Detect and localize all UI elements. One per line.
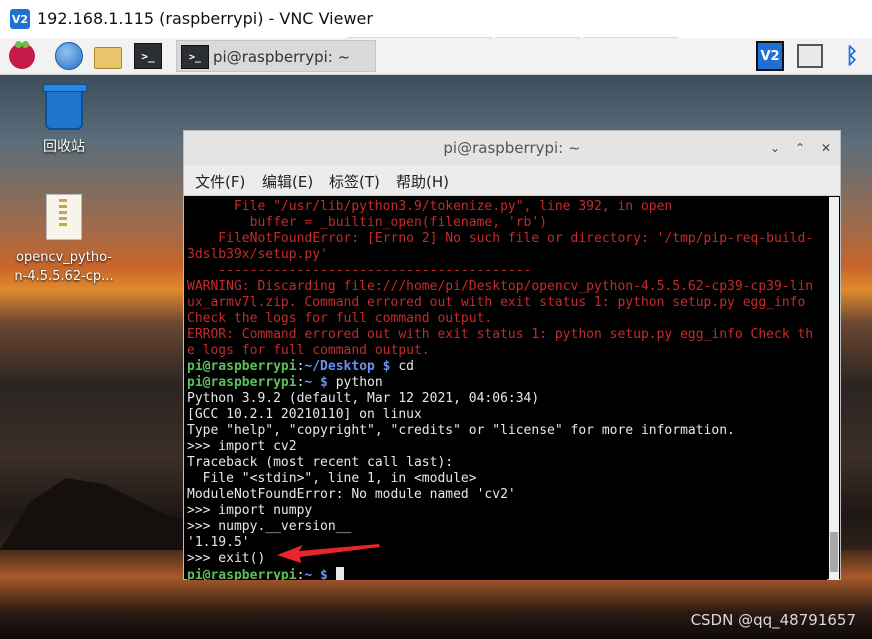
terminal-scrollbar[interactable] [829,197,839,580]
scrollbar-thumb[interactable] [830,532,838,572]
terminal-line: Check the logs for full command output. [187,311,493,326]
prompt-symbol: $ [312,568,328,580]
desktop-icon-opencv-zip[interactable]: opencv_pytho- n-4.5.5.62-cp... [8,194,120,286]
terminal-line: ux_armv7l.zip. Command errored out with … [187,295,806,310]
terminal-line: 3dslb39x/setup.py' [187,247,328,262]
terminal-line: >>> exit() [187,551,266,566]
raspberry-pi-menu-icon[interactable] [8,41,36,70]
vnc-server-icon[interactable]: V2 [756,41,784,71]
terminal-line: >>> import numpy [187,503,313,518]
menu-tabs[interactable]: 标签(T) [329,171,380,192]
command-text [328,568,336,580]
terminal-menu-bar: 文件(F) 编辑(E) 标签(T) 帮助(H) [184,165,840,196]
terminal-line: Python 3.9.2 (default, Mar 12 2021, 04:0… [187,391,540,406]
prompt-symbol: $ [312,375,328,390]
terminal-title-bar[interactable]: pi@raspberrypi: ~ ⌄ ⌃ ✕ [184,131,840,165]
desktop-icon-label: 回收站 [43,139,85,155]
terminal-line: pi@raspberrypi:~ $ [187,567,344,580]
desktop-icon-label: opencv_pytho- n-4.5.5.62-cp... [14,250,114,284]
terminal-line: ERROR: Command errored out with exit sta… [187,327,814,342]
terminal-line: pi@raspberrypi:~ $ python [187,375,383,391]
vnc-title-bar: V2 192.168.1.115 (raspberrypi) - VNC Vie… [0,0,872,40]
cpu-monitor-icon[interactable] [796,42,824,70]
web-browser-icon[interactable] [55,42,83,70]
terminal-line: FileNotFoundError: [Errno 2] No such fil… [187,231,814,246]
zip-file-icon [46,194,82,240]
terminal-line: ---------------------------------------- [187,263,532,278]
terminal-line: File "<stdin>", line 1, in <module> [187,471,477,486]
file-manager-icon[interactable] [94,42,122,70]
terminal-line: buffer = _builtin_open(filename, 'rb') [187,215,548,230]
prompt-symbol: $ [374,359,391,374]
window-title: 192.168.1.115 (raspberrypi) - VNC Viewer [37,9,373,28]
terminal-line: WARNING: Discarding file:///home/pi/Desk… [187,279,814,294]
terminal-line: File "/usr/lib/python3.9/tokenize.py", l… [187,199,673,214]
terminal-line: pi@raspberrypi:~/Desktop $ cd [187,359,414,375]
prompt-user: pi@raspberrypi [187,359,297,374]
terminal-output[interactable]: File "/usr/lib/python3.9/tokenize.py", l… [187,197,827,580]
terminal-line: [GCC 10.2.1 20210110] on linux [187,407,422,422]
close-button[interactable]: ✕ [818,140,834,156]
terminal-line: >>> numpy.__version__ [187,519,352,534]
trash-icon [43,84,87,130]
terminal-line: Traceback (most recent call last): [187,455,454,470]
prompt-user: pi@raspberrypi [187,375,297,390]
prompt-user: pi@raspberrypi [187,568,297,580]
menu-help[interactable]: 帮助(H) [396,171,449,192]
desktop-top-panel: >_ >_ pi@raspberrypi: ~ V2 ᛒ [0,38,872,75]
menu-file[interactable]: 文件(F) [195,171,245,192]
vnc-viewer-logo-icon: V2 [10,9,30,29]
terminal-line: '1.19.5' [187,535,250,550]
text-cursor [335,567,344,580]
command-text: cd [390,359,414,374]
maximize-button[interactable]: ⌃ [792,140,808,156]
bluetooth-icon[interactable]: ᛒ [838,42,866,70]
menu-edit[interactable]: 编辑(E) [262,171,313,192]
annotation-arrow-icon [277,544,380,563]
terminal-title: pi@raspberrypi: ~ [443,139,581,157]
terminal-icon[interactable]: >_ [134,42,162,70]
terminal-line: ModuleNotFoundError: No module named 'cv… [187,487,516,502]
taskbar-button-label: pi@raspberrypi: ~ [213,48,351,66]
csdn-watermark: CSDN @qq_48791657 [690,611,856,629]
terminal-window: pi@raspberrypi: ~ ⌄ ⌃ ✕ 文件(F) 编辑(E) 标签(T… [183,130,841,580]
terminal-line: Type "help", "copyright", "credits" or "… [187,423,735,438]
desktop-icon-recycle-bin[interactable]: 回收站 [32,84,96,156]
prompt-path: ~/Desktop [304,359,375,374]
terminal-icon: >_ [181,45,209,69]
taskbar-terminal-button[interactable]: >_ pi@raspberrypi: ~ [176,40,376,72]
terminal-line: e logs for full command output. [187,343,430,358]
minimize-button[interactable]: ⌄ [767,140,783,156]
command-text: python [327,375,383,390]
terminal-line: >>> import cv2 [187,439,297,454]
